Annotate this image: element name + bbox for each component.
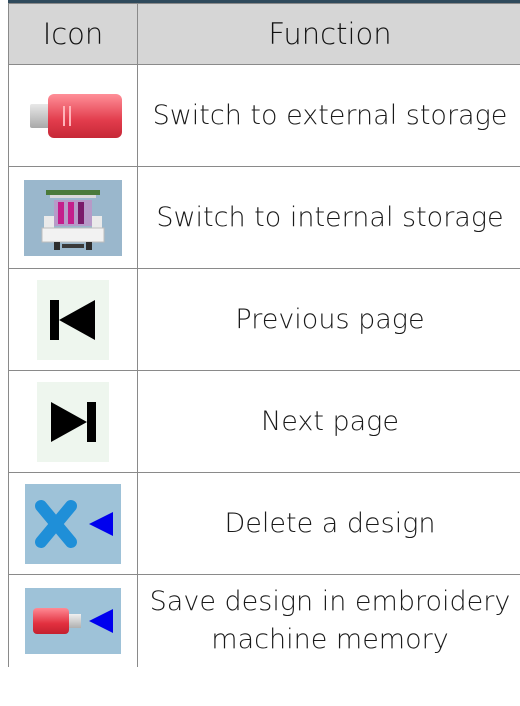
function-cell: Switch to internal storage — [137, 166, 520, 269]
embroidery-machine-icon — [24, 179, 122, 256]
previous-page-icon — [37, 279, 109, 360]
icon-cell — [8, 166, 138, 269]
icon-cell — [8, 574, 138, 667]
function-cell: Delete a design — [137, 472, 520, 575]
table-row: Save design in embroidery machine memory — [8, 574, 520, 667]
icon-cell — [8, 268, 138, 371]
icon-cell — [8, 472, 138, 575]
header-icon: Icon — [8, 3, 138, 65]
icon-cell — [8, 370, 138, 473]
icon-function-table: Icon Function Switch to external storage — [8, 3, 520, 667]
icon-cell — [8, 64, 138, 167]
next-page-icon — [37, 381, 109, 462]
table-row: Switch to internal storage — [8, 166, 520, 269]
header-function: Function — [137, 3, 520, 65]
table-row: Previous page — [8, 268, 520, 371]
table-row: Next page — [8, 370, 520, 473]
table-row: Switch to external storage — [8, 64, 520, 167]
table-row: Delete a design — [8, 472, 520, 575]
header-row: Icon Function — [8, 3, 520, 65]
function-cell: Switch to external storage — [137, 64, 520, 167]
function-cell: Previous page — [137, 268, 520, 371]
function-cell: Save design in embroidery machine memory — [137, 574, 520, 667]
save-to-machine-icon — [25, 588, 121, 654]
delete-design-icon — [25, 483, 121, 564]
function-cell: Next page — [137, 370, 520, 473]
usb-drive-icon — [24, 93, 122, 138]
